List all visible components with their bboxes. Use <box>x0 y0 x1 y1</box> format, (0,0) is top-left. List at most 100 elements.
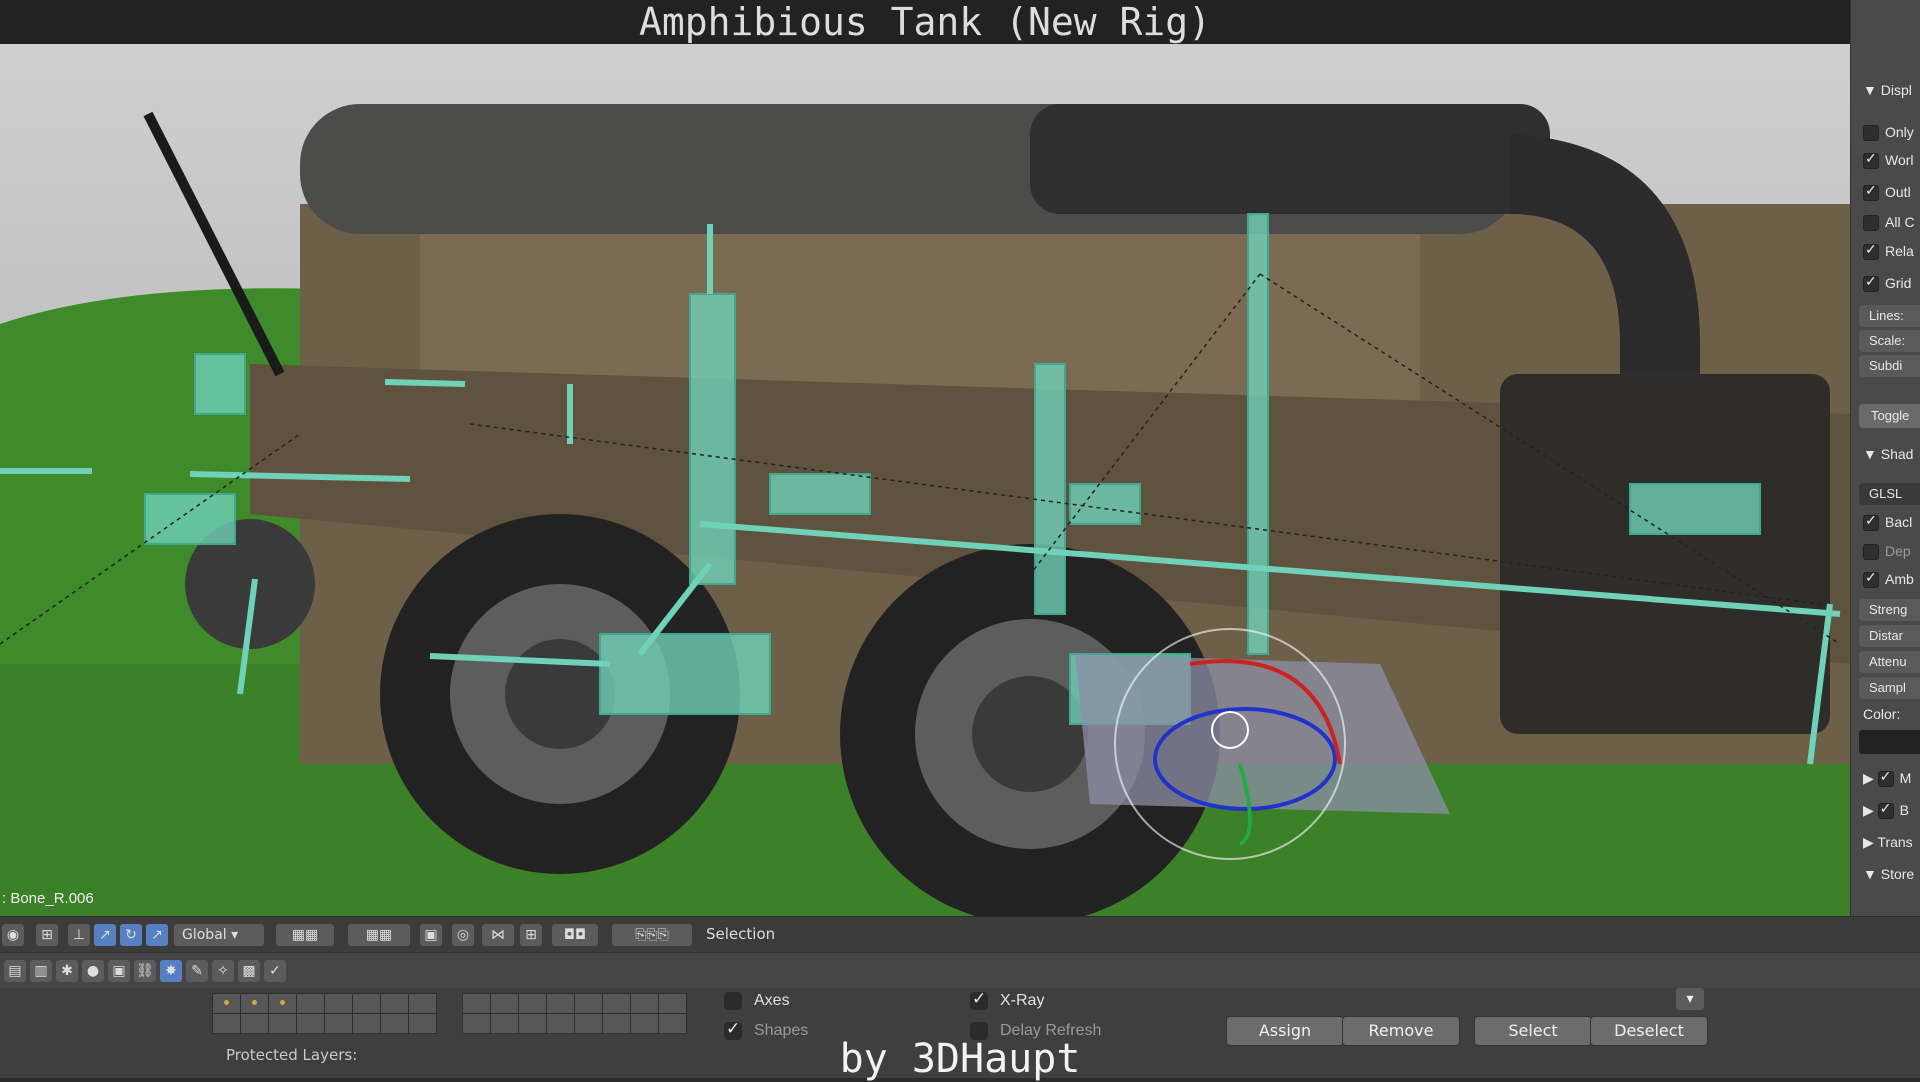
layer-cell[interactable] <box>380 993 409 1014</box>
armature-data-tab-icon[interactable]: ✸ <box>160 960 182 982</box>
b-panel-header[interactable]: ▶ B <box>1863 800 1909 824</box>
layer-cell[interactable] <box>546 993 575 1014</box>
layer-cell[interactable] <box>462 1013 491 1034</box>
armature-layers-grid-b[interactable] <box>462 993 687 1034</box>
toggle-button[interactable]: Toggle <box>1859 404 1920 428</box>
layer-cell[interactable] <box>602 993 631 1014</box>
snap-icon[interactable]: ⊞ <box>36 924 58 946</box>
world-label: Worl <box>1885 152 1914 168</box>
bone-constraints-tab-icon[interactable]: ✧ <box>212 960 234 982</box>
layer-cell[interactable] <box>518 1013 547 1034</box>
ambient-occlusion-checkbox[interactable]: Amb <box>1863 569 1914 593</box>
layer-cell[interactable] <box>462 993 491 1014</box>
layer-buttons-2[interactable]: ▦▦ <box>348 924 410 946</box>
bone-group-dropdown[interactable]: ▾ <box>1676 988 1704 1010</box>
object-tab-icon[interactable]: ▣ <box>108 960 130 982</box>
constraints-tab-icon[interactable]: ⛓ <box>134 960 156 982</box>
3d-viewport[interactable]: : Bone_R.006 <box>0 44 1850 916</box>
layer-cell[interactable] <box>630 993 659 1014</box>
shading-label: Shad <box>1880 446 1914 462</box>
backface-label: Bacl <box>1885 514 1913 530</box>
snap-element-icon[interactable]: ⋈ <box>482 924 514 946</box>
layer-cell[interactable] <box>658 993 687 1014</box>
only-label: Only <box>1885 124 1914 140</box>
distance-field[interactable]: Distar <box>1859 625 1920 647</box>
grid-checkbox[interactable]: Grid <box>1863 273 1911 297</box>
layer-cell[interactable] <box>602 1013 631 1034</box>
layer-cell[interactable] <box>490 1013 519 1034</box>
scale-icon[interactable]: ↗ <box>146 924 168 946</box>
backface-checkbox[interactable]: Bacl <box>1863 512 1913 536</box>
layer-cell[interactable] <box>296 993 325 1014</box>
subdivisions-field[interactable]: Subdi <box>1859 355 1920 377</box>
shading-header[interactable]: ▼ Shad <box>1863 446 1913 468</box>
layer-cell[interactable] <box>296 1013 325 1034</box>
pivot-point-icon[interactable]: ◉ <box>2 924 24 946</box>
layer-cell[interactable] <box>408 993 437 1014</box>
relationship-checkbox[interactable]: Rela <box>1863 241 1914 265</box>
store-header[interactable]: ▼ Store <box>1863 866 1914 888</box>
credit-watermark: by 3DHaupt <box>839 1036 1081 1082</box>
samples-field[interactable]: Sampl <box>1859 677 1920 699</box>
layer-cell[interactable] <box>352 1013 381 1034</box>
lines-field[interactable]: Lines: <box>1859 305 1920 327</box>
layer-cell[interactable] <box>324 1013 353 1034</box>
bone-tab-icon[interactable]: ✎ <box>186 960 208 982</box>
scene-tab-icon[interactable]: ✱ <box>56 960 78 982</box>
strength-field[interactable]: Streng <box>1859 599 1920 621</box>
xray-checkbox[interactable]: X-Ray <box>970 989 1044 1010</box>
orientation-value: Global <box>182 927 227 943</box>
layer-cell[interactable] <box>546 1013 575 1034</box>
layer-cell[interactable] <box>352 993 381 1014</box>
depth-checkbox[interactable]: Dep <box>1863 543 1911 565</box>
display-label: Displ <box>1880 82 1912 98</box>
layer-cell[interactable] <box>212 993 241 1014</box>
layer-cell[interactable] <box>240 1013 269 1034</box>
m-panel-header[interactable]: ▶ M <box>1863 768 1911 792</box>
translate-icon[interactable]: ↗ <box>94 924 116 946</box>
shading-mode-dropdown[interactable]: GLSL <box>1859 483 1920 505</box>
layer-cell[interactable] <box>268 1013 297 1034</box>
snap-target-icon[interactable]: ⊞ <box>520 924 542 946</box>
orientation-select[interactable]: Global ▾ <box>174 924 264 946</box>
layer-cell[interactable] <box>574 1013 603 1034</box>
proportional-edit-icon[interactable]: ◎ <box>452 924 474 946</box>
rotate-icon[interactable]: ↻ <box>120 924 142 946</box>
layer-cell[interactable] <box>490 993 519 1014</box>
lock-icon[interactable]: ▣ <box>420 924 442 946</box>
layer-cell[interactable] <box>630 1013 659 1034</box>
layer-cell[interactable] <box>658 1013 687 1034</box>
attenuation-field[interactable]: Attenu <box>1859 651 1920 673</box>
display-header[interactable]: ▼ Displ <box>1863 82 1912 104</box>
scale-field[interactable]: Scale: <box>1859 330 1920 352</box>
render-icon[interactable]: ◘◘ <box>552 924 598 946</box>
physics-tab-icon[interactable]: ✓ <box>264 960 286 982</box>
b-label: B <box>1899 802 1909 818</box>
render-layers-tab-icon[interactable]: ▥ <box>30 960 52 982</box>
properties-panel[interactable]: ▼ Displ Only Worl Outl All C Rela Grid L… <box>1850 0 1920 916</box>
layer-cell[interactable] <box>380 1013 409 1034</box>
viewport-header-toolbar: ◉ ⊞ ⊥ ↗ ↻ ↗ Global ▾ ▦▦ ▦▦ ▣ ◎ ⋈ ⊞ ◘◘ ⎘⎘… <box>0 916 1920 953</box>
render-tab-icon[interactable]: ▤ <box>4 960 26 982</box>
layer-cell[interactable] <box>212 1013 241 1034</box>
layer-cell[interactable] <box>574 993 603 1014</box>
axes-checkbox[interactable]: Axes <box>724 992 790 1010</box>
world-tab-icon[interactable]: ● <box>82 960 104 982</box>
armature-layers-grid-a[interactable] <box>212 993 437 1034</box>
outline-checkbox[interactable]: Outl <box>1863 182 1911 206</box>
color-swatch[interactable] <box>1859 730 1920 754</box>
active-bone-label: : Bone_R.006 <box>2 890 94 907</box>
transform-header[interactable]: ▶ Trans <box>1863 834 1913 856</box>
layer-cell[interactable] <box>240 993 269 1014</box>
world-checkbox[interactable]: Worl <box>1863 150 1914 174</box>
layer-cell[interactable] <box>518 993 547 1014</box>
layer-cell[interactable] <box>324 993 353 1014</box>
layer-buttons-1[interactable]: ▦▦ <box>276 924 334 946</box>
texture-tab-icon[interactable]: ▩ <box>238 960 260 982</box>
layer-cell[interactable] <box>268 993 297 1014</box>
only-render-checkbox[interactable]: Only <box>1863 124 1914 146</box>
all-checkbox[interactable]: All C <box>1863 214 1915 236</box>
layer-cell[interactable] <box>408 1013 437 1034</box>
keyframe-icons[interactable]: ⎘⎘⎘ <box>612 924 692 946</box>
manipulator-icon[interactable]: ⊥ <box>68 924 90 946</box>
